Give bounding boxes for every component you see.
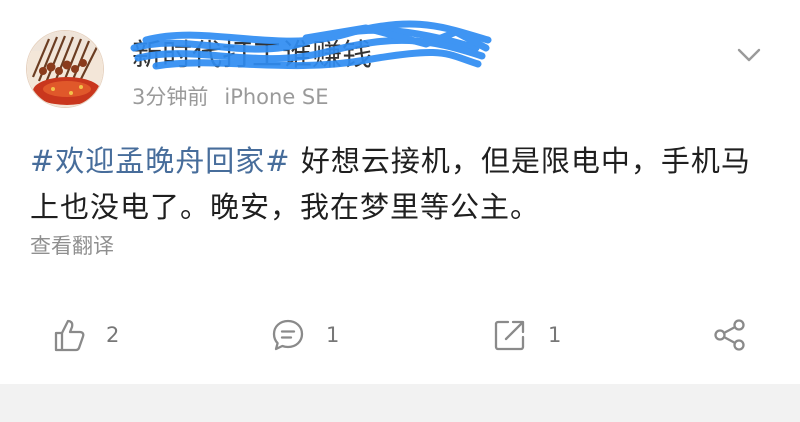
- repost-icon: [494, 320, 525, 351]
- repost-button[interactable]: 1: [492, 316, 561, 354]
- redaction-scribble: [130, 20, 492, 70]
- username-area[interactable]: 新时代打工谁赚钱: [130, 20, 502, 82]
- post-device: iPhone SE: [224, 85, 329, 109]
- repost-count: 1: [548, 323, 562, 347]
- chevron-down-icon: [737, 48, 761, 62]
- topic-link[interactable]: #欢迎孟晚舟回家#: [30, 144, 291, 178]
- more-options-button[interactable]: [732, 42, 766, 68]
- post-time: 3分钟前: [132, 85, 209, 109]
- post-text: #欢迎孟晚舟回家# 好想云接机，但是限电中，手机马上也没电了。晚安，我在梦里等公…: [30, 138, 775, 230]
- like-button[interactable]: 2: [52, 316, 119, 354]
- comment-bubble-icon: [272, 319, 304, 351]
- avatar[interactable]: [26, 30, 104, 108]
- post-card: 新时代打工谁赚钱 3分钟前 iPhone SE #欢迎孟晚舟回家# 好想云接机，但…: [0, 0, 800, 384]
- comment-count: 1: [326, 323, 340, 347]
- comment-button[interactable]: 1: [270, 316, 339, 354]
- share-button[interactable]: [712, 316, 748, 354]
- post-meta: 3分钟前 iPhone SE: [132, 84, 329, 110]
- thumbs-up-icon: [54, 319, 85, 352]
- translate-link[interactable]: 查看翻译: [30, 232, 114, 260]
- share-icon: [714, 319, 745, 351]
- like-count: 2: [106, 323, 120, 347]
- avatar-image: [27, 31, 103, 107]
